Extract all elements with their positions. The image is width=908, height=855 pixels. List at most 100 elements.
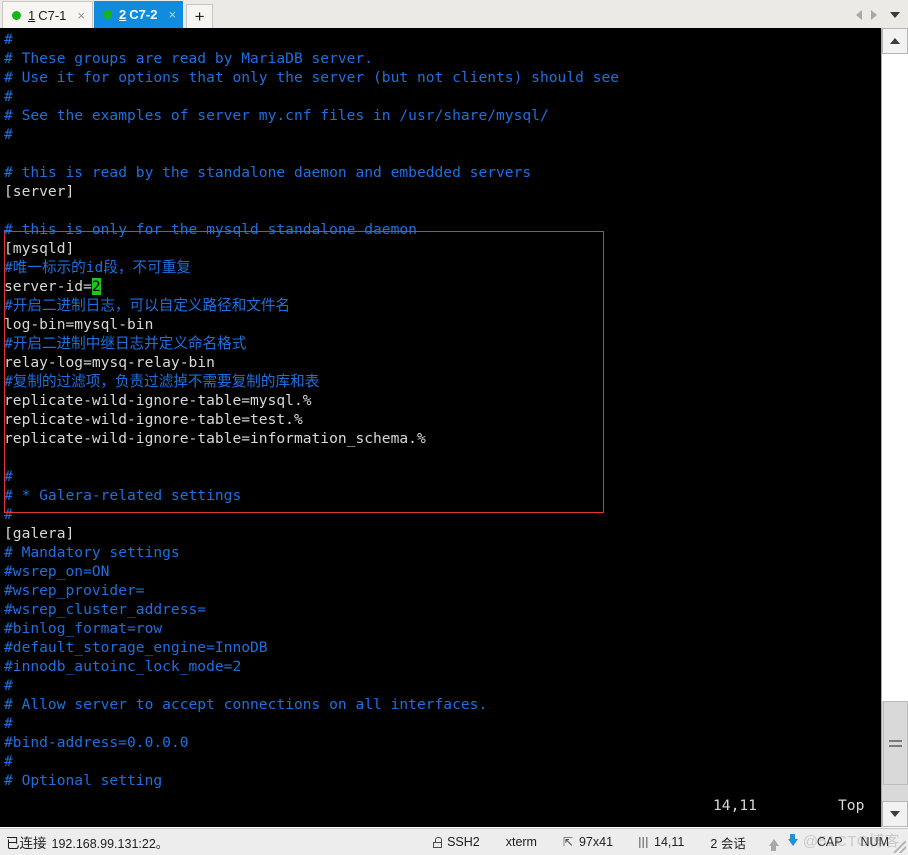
status-emulation-label: xterm bbox=[505, 835, 537, 849]
close-icon[interactable]: × bbox=[77, 9, 85, 22]
terminal-line: replicate-wild-ignore-table=information_… bbox=[4, 429, 619, 448]
vi-status-line: 14,11 Top bbox=[0, 797, 881, 821]
tab-label: C7-1 bbox=[38, 7, 67, 23]
connection-state-label: 已连接 bbox=[6, 836, 47, 851]
terminal-line-text: # bbox=[4, 31, 13, 48]
transfer-indicators bbox=[759, 833, 808, 851]
scrollbar-thumb[interactable] bbox=[883, 701, 908, 785]
next-tab-icon[interactable] bbox=[871, 9, 877, 20]
connection-address: 192.168.99.131:22。 bbox=[51, 837, 169, 851]
terminal-line-text: # bbox=[4, 506, 13, 523]
status-sessions[interactable]: 2 会话 bbox=[697, 829, 758, 855]
resize-icon: ⇱ bbox=[562, 834, 574, 849]
terminal-line: # this is read by the standalone daemon … bbox=[4, 163, 619, 182]
terminal-line-text: #唯一标示的id段，不可重复 bbox=[4, 259, 191, 276]
terminal-line-text: # bbox=[4, 88, 13, 105]
terminal-line: # this is only for the mysqld standalone… bbox=[4, 220, 619, 239]
status-cursor-position[interactable]: 14,11 bbox=[626, 829, 697, 855]
status-protocol[interactable]: SSH2 bbox=[420, 829, 493, 855]
terminal-line: # bbox=[4, 30, 619, 49]
status-sessions-label: 2 会话 bbox=[710, 836, 746, 851]
terminal-line: # bbox=[4, 752, 619, 771]
terminal-line: # Mandatory settings bbox=[4, 543, 619, 562]
terminal-line: [server] bbox=[4, 182, 619, 201]
terminal-line-text: log-bin=mysql-bin bbox=[4, 316, 154, 333]
terminal-line: # bbox=[4, 676, 619, 695]
terminal-line-text: #wsrep_cluster_address= bbox=[4, 601, 207, 618]
terminal-screen[interactable]: # # These groups are read by MariaDB serv… bbox=[0, 28, 881, 827]
terminal-line: replicate-wild-ignore-table=mysql.% bbox=[4, 391, 619, 410]
terminal-line-text: # bbox=[4, 715, 13, 732]
terminal-line: #开启二进制中继日志并定义命名格式 bbox=[4, 334, 619, 353]
terminal-scrollbar[interactable] bbox=[881, 28, 908, 827]
terminal-line-text: #wsrep_on=ON bbox=[4, 563, 110, 580]
terminal-line-text: # bbox=[4, 126, 13, 143]
tab-label: C7-2 bbox=[129, 7, 158, 22]
terminal-tab-2[interactable]: 2 C7-2 × bbox=[94, 1, 184, 28]
terminal-line: #开启二进制日志，可以自定义路径和文件名 bbox=[4, 296, 619, 315]
terminal-line-text: [mysqld] bbox=[4, 240, 75, 257]
terminal-line-text: replicate-wild-ignore-table=information_… bbox=[4, 430, 426, 447]
terminal-line-text: #default_storage_engine=InnoDB bbox=[4, 639, 268, 656]
terminal-line-text: # this is only for the mysqld standalone… bbox=[4, 221, 417, 238]
terminal-line: # bbox=[4, 714, 619, 733]
terminal-line-text: [server] bbox=[4, 183, 75, 200]
terminal-line-text: relay-log=mysq-relay-bin bbox=[4, 354, 215, 371]
terminal-line-text: #binlog_format=row bbox=[4, 620, 163, 637]
terminal-line-text: # bbox=[4, 753, 13, 770]
terminal-line-text: # Use it for options that only the serve… bbox=[4, 69, 620, 86]
terminal-line-text: # Optional setting bbox=[4, 772, 163, 789]
previous-tab-icon[interactable] bbox=[856, 9, 862, 20]
terminal-line: #复制的过滤项，负责过滤掉不需要复制的库和表 bbox=[4, 372, 619, 391]
tab-navigation bbox=[856, 1, 908, 28]
terminal-line-text: server-id= bbox=[4, 278, 92, 295]
terminal-line: # * Galera-related settings bbox=[4, 486, 619, 505]
terminal-tab-1[interactable]: 1 C7-1 × bbox=[2, 1, 94, 28]
chevron-down-icon bbox=[890, 811, 900, 817]
terminal-line-text: [galera] bbox=[4, 525, 75, 542]
caps-lock-indicator: CAP bbox=[816, 835, 843, 849]
terminal-cursor: 2 bbox=[91, 278, 101, 295]
terminal-line: #唯一标示的id段，不可重复 bbox=[4, 258, 619, 277]
terminal-line-text: # * Galera-related settings bbox=[4, 487, 242, 504]
terminal-line-text: #bind-address=0.0.0.0 bbox=[4, 734, 189, 751]
status-screen-size-label: 97x41 bbox=[578, 835, 614, 849]
terminal-line: server-id=2 bbox=[4, 277, 619, 296]
terminal-line: # See the examples of server my.cnf file… bbox=[4, 106, 619, 125]
status-protocol-label: SSH2 bbox=[447, 835, 480, 849]
terminal-line: [galera] bbox=[4, 524, 619, 543]
terminal-line: # These groups are read by MariaDB serve… bbox=[4, 49, 619, 68]
scroll-down-button[interactable] bbox=[882, 801, 908, 827]
terminal-line: # bbox=[4, 505, 619, 524]
status-bar-items: SSH2 xterm ⇱ 97x41 14,11 2 会话 CAP NUM @5… bbox=[420, 829, 908, 855]
scrollbar-track[interactable] bbox=[882, 54, 908, 701]
status-bar: 已连接 192.168.99.131:22。 SSH2 xterm ⇱ 97x4… bbox=[0, 828, 908, 855]
status-emulation[interactable]: xterm bbox=[493, 829, 550, 855]
terminal-line-text: replicate-wild-ignore-table=mysql.% bbox=[4, 392, 312, 409]
terminal-line-text: #复制的过滤项，负责过滤掉不需要复制的库和表 bbox=[4, 373, 320, 390]
terminal-line-text: # this is read by the standalone daemon … bbox=[4, 164, 532, 181]
terminal-line: #wsrep_cluster_address= bbox=[4, 600, 619, 619]
terminal-line: #bind-address=0.0.0.0 bbox=[4, 733, 619, 752]
terminal-line: [mysqld] bbox=[4, 239, 619, 258]
close-icon[interactable]: × bbox=[168, 8, 176, 21]
chevron-up-icon bbox=[890, 38, 900, 44]
grid-icon bbox=[639, 836, 650, 848]
tab-list-chevron-down-icon[interactable] bbox=[890, 11, 900, 18]
terminal-line-text: # Allow server to accept connections on … bbox=[4, 696, 488, 713]
upload-arrow-icon bbox=[768, 838, 779, 851]
terminal-line: #binlog_format=row bbox=[4, 619, 619, 638]
new-tab-button[interactable]: + bbox=[186, 4, 214, 28]
status-screen-size[interactable]: ⇱ 97x41 bbox=[550, 829, 626, 855]
tab-status-dot-icon bbox=[103, 10, 113, 19]
terminal-line-text: #开启二进制日志，可以自定义路径和文件名 bbox=[4, 297, 291, 314]
vi-scroll-indicator: Top bbox=[838, 797, 865, 814]
terminal-line: log-bin=mysql-bin bbox=[4, 315, 619, 334]
scroll-up-button[interactable] bbox=[882, 28, 908, 54]
terminal-line-text: # See the examples of server my.cnf file… bbox=[4, 107, 549, 124]
terminal-line: # bbox=[4, 125, 619, 144]
tab-number: 2 bbox=[119, 7, 127, 22]
